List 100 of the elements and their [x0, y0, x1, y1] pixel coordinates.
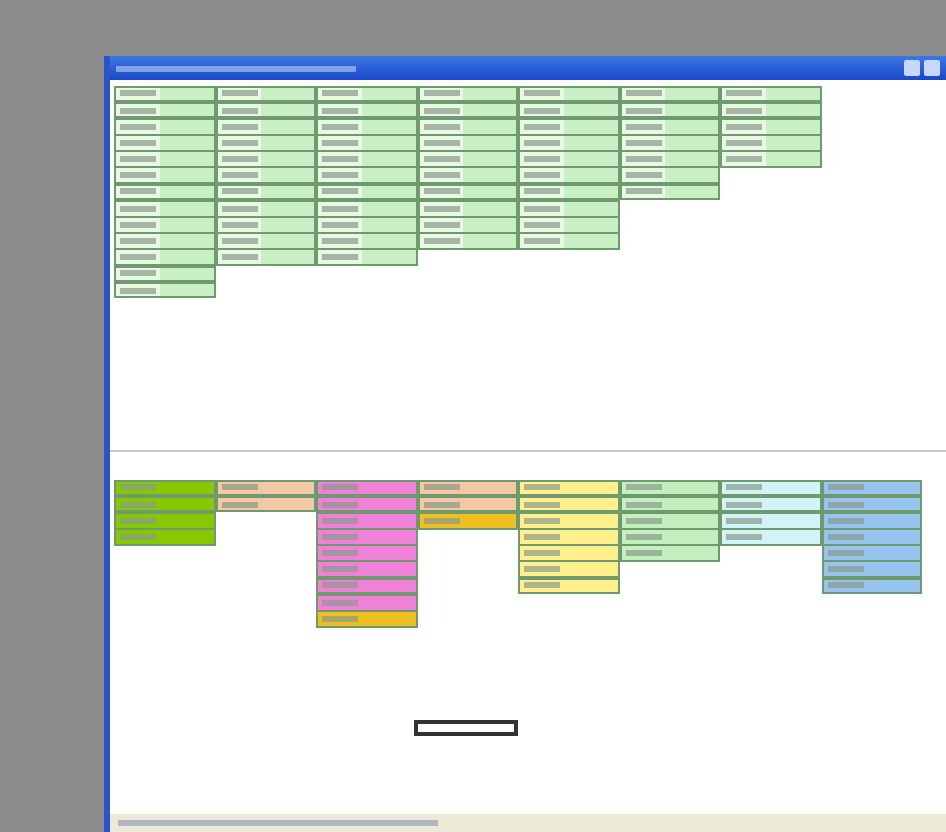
label-smudge — [221, 90, 257, 97]
label-smudge — [221, 221, 257, 228]
label-smudge — [827, 517, 863, 524]
label-smudge — [120, 139, 156, 146]
label-smudge — [524, 550, 560, 557]
label-smudge — [726, 533, 762, 540]
label-smudge — [120, 221, 156, 228]
label-smudge — [524, 172, 560, 179]
label-smudge — [524, 533, 560, 540]
grid-cell[interactable] — [720, 479, 821, 497]
label-smudge — [322, 221, 358, 228]
label-smudge — [322, 517, 358, 524]
label-smudge — [625, 517, 661, 524]
grid-cell[interactable] — [619, 166, 720, 185]
label-smudge — [221, 254, 257, 261]
label-smudge — [827, 550, 863, 557]
label-smudge — [221, 484, 257, 491]
label-smudge — [827, 501, 863, 508]
label-smudge — [322, 615, 358, 622]
label-smudge — [726, 123, 762, 130]
grid-cell[interactable] — [720, 85, 821, 103]
label-smudge — [423, 90, 459, 97]
label-smudge — [221, 107, 257, 114]
label-smudge — [120, 172, 156, 179]
label-smudge — [322, 484, 358, 491]
label-smudge — [120, 484, 156, 491]
grid-cell[interactable] — [114, 85, 215, 103]
grid-cell[interactable] — [518, 232, 619, 250]
label-smudge — [726, 139, 762, 146]
label-smudge — [625, 123, 661, 130]
grid-cell[interactable] — [417, 166, 518, 185]
label-smudge — [120, 156, 156, 163]
label-smudge — [322, 238, 358, 245]
label-smudge — [423, 517, 459, 524]
label-smudge — [625, 172, 661, 179]
label-smudge — [120, 90, 156, 97]
grid-cell[interactable] — [619, 544, 720, 562]
label-smudge — [625, 501, 661, 508]
label-smudge — [120, 107, 156, 114]
grid-cell[interactable] — [821, 479, 922, 497]
label-smudge — [726, 484, 762, 491]
grid-cell[interactable] — [417, 85, 518, 103]
label-smudge — [423, 238, 459, 245]
label-smudge — [322, 582, 358, 589]
label-smudge — [423, 139, 459, 146]
label-smudge — [625, 139, 661, 146]
grid-cell[interactable] — [518, 479, 619, 497]
label-smudge — [625, 90, 661, 97]
grid-cell[interactable] — [114, 528, 215, 546]
label-smudge — [322, 139, 358, 146]
label-smudge — [120, 270, 156, 277]
label-smudge — [524, 90, 560, 97]
grid-cell[interactable] — [114, 166, 215, 185]
grid-cell[interactable] — [720, 528, 821, 546]
label-smudge — [221, 139, 257, 146]
grid-cell[interactable] — [114, 248, 215, 267]
label-smudge — [221, 188, 257, 195]
label-smudge — [322, 123, 358, 130]
grid-cell[interactable] — [316, 479, 417, 497]
label-smudge — [625, 533, 661, 540]
label-smudge — [625, 550, 661, 557]
label-smudge — [524, 156, 560, 163]
grid-cell[interactable] — [720, 150, 821, 168]
label-smudge — [524, 238, 560, 245]
label-smudge — [524, 205, 560, 212]
label-smudge — [524, 123, 560, 130]
label-smudge — [625, 107, 661, 114]
grid-cell[interactable] — [316, 560, 417, 579]
grid-cell[interactable] — [518, 560, 619, 579]
label-smudge — [524, 517, 560, 524]
grid-cell[interactable] — [215, 85, 316, 103]
grid-cell[interactable] — [417, 232, 518, 250]
grid-cell[interactable] — [518, 85, 619, 103]
grid-cell[interactable] — [114, 479, 215, 497]
grid-cell[interactable] — [316, 610, 417, 628]
label-smudge — [221, 205, 257, 212]
label-smudge — [120, 188, 156, 195]
grid-cell[interactable] — [316, 166, 417, 185]
label-smudge — [423, 221, 459, 228]
grid-cell[interactable] — [215, 248, 316, 267]
label-smudge — [322, 501, 358, 508]
label-smudge — [322, 254, 358, 261]
grid-cell[interactable] — [417, 479, 518, 497]
grid-cell[interactable] — [821, 560, 922, 579]
grid-cell[interactable] — [215, 479, 316, 497]
label-smudge — [322, 188, 358, 195]
grid-cell[interactable] — [619, 479, 720, 497]
label-smudge — [726, 107, 762, 114]
grid-cell[interactable] — [316, 248, 417, 267]
grid-cell[interactable] — [518, 166, 619, 185]
label-smudge — [120, 287, 156, 294]
label-smudge — [726, 517, 762, 524]
grid-cell[interactable] — [215, 166, 316, 185]
label-smudge — [322, 107, 358, 114]
grid-cell[interactable] — [619, 85, 720, 103]
label-smudge — [221, 238, 257, 245]
label-smudge — [120, 205, 156, 212]
label-smudge — [322, 533, 358, 540]
label-smudge — [221, 501, 257, 508]
grid-cell[interactable] — [316, 85, 417, 103]
